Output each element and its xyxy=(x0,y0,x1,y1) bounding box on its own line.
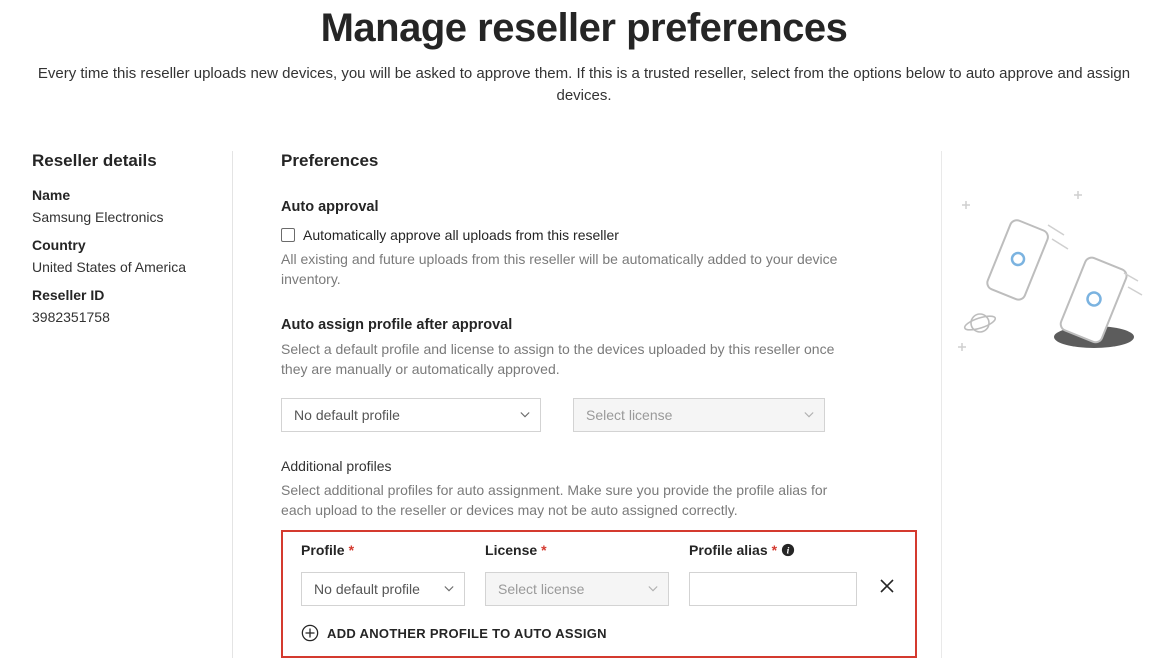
auto-approve-helper: All existing and future uploads from thi… xyxy=(281,249,841,290)
chevron-down-icon xyxy=(648,584,658,594)
required-indicator: * xyxy=(772,542,777,558)
auto-approve-checkbox[interactable] xyxy=(281,228,295,242)
row-license-select[interactable]: Select license xyxy=(485,572,669,606)
reseller-country-value: United States of America xyxy=(32,259,216,275)
additional-profiles-heading: Additional profiles xyxy=(281,458,917,474)
devices-illustration xyxy=(952,187,1152,387)
info-icon[interactable]: i xyxy=(781,543,795,557)
chevron-down-icon xyxy=(804,410,814,420)
reseller-details-panel: Reseller details Name Samsung Electronic… xyxy=(32,151,233,658)
reseller-id-label: Reseller ID xyxy=(32,287,216,303)
required-indicator: * xyxy=(349,542,354,558)
chevron-down-icon xyxy=(520,410,530,420)
license-field-label: License xyxy=(485,542,537,558)
default-license-select-value: Select license xyxy=(586,407,672,423)
preferences-panel: Preferences Auto approval Automatically … xyxy=(233,151,942,658)
row-profile-select-value: No default profile xyxy=(314,581,420,597)
row-alias-input[interactable] xyxy=(689,572,857,606)
reseller-name-value: Samsung Electronics xyxy=(32,209,216,225)
plus-circle-icon xyxy=(301,624,319,642)
chevron-down-icon xyxy=(444,584,454,594)
default-license-select[interactable]: Select license xyxy=(573,398,825,432)
page-subtitle: Every time this reseller uploads new dev… xyxy=(18,63,1150,107)
remove-row-button[interactable] xyxy=(877,578,897,598)
reseller-name-label: Name xyxy=(32,187,216,203)
preferences-heading: Preferences xyxy=(281,151,917,171)
row-profile-select[interactable]: No default profile xyxy=(301,572,465,606)
page-title: Manage reseller preferences xyxy=(0,6,1168,51)
auto-approval-heading: Auto approval xyxy=(281,199,917,215)
additional-profiles-highlight: Profile * No default profile License xyxy=(281,530,917,658)
default-profile-select[interactable]: No default profile xyxy=(281,398,541,432)
reseller-country-label: Country xyxy=(32,237,216,253)
auto-assign-helper: Select a default profile and license to … xyxy=(281,339,841,380)
add-another-profile-button[interactable]: ADD ANOTHER PROFILE TO AUTO ASSIGN xyxy=(301,624,897,642)
svg-text:i: i xyxy=(787,546,790,557)
required-indicator: * xyxy=(541,542,546,558)
reseller-details-heading: Reseller details xyxy=(32,151,216,171)
auto-approve-checkbox-label: Automatically approve all uploads from t… xyxy=(303,227,619,243)
row-license-select-value: Select license xyxy=(498,581,584,597)
default-profile-select-value: No default profile xyxy=(294,407,400,423)
alias-field-label: Profile alias xyxy=(689,542,768,558)
auto-assign-heading: Auto assign profile after approval xyxy=(281,317,917,333)
additional-profiles-helper: Select additional profiles for auto assi… xyxy=(281,480,841,521)
add-another-profile-label: ADD ANOTHER PROFILE TO AUTO ASSIGN xyxy=(327,626,607,641)
profile-field-label: Profile xyxy=(301,542,345,558)
reseller-id-value: 3982351758 xyxy=(32,309,216,325)
close-icon xyxy=(879,578,895,599)
illustration-panel xyxy=(942,151,1134,658)
